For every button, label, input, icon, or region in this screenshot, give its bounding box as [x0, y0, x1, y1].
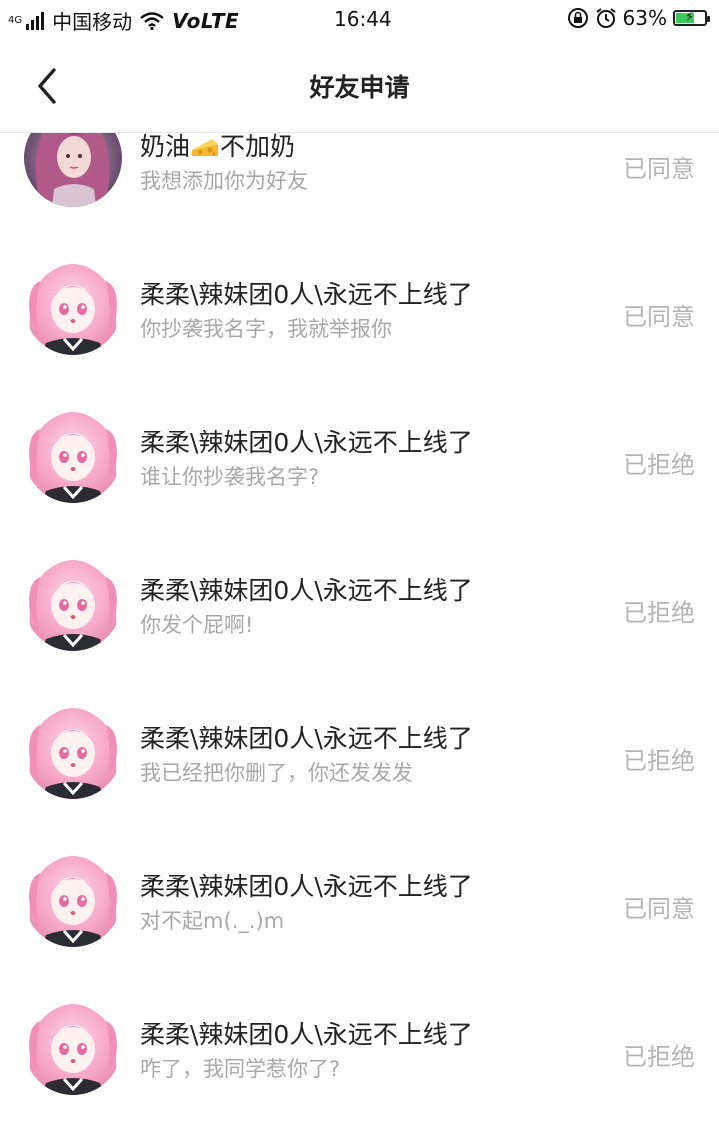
- request-message: 咋了，我同学惹你了?: [140, 1057, 341, 1081]
- avatar[interactable]: [24, 849, 122, 947]
- carrier-name: 中国移动: [52, 10, 133, 34]
- request-row[interactable]: 柔柔\辣妹团0人\永远不上线了 我已经把你删了，你还发发发 已拒绝: [0, 677, 719, 825]
- charging-bolt-icon: ⚡: [685, 10, 695, 25]
- request-status: 已拒绝: [623, 451, 695, 479]
- avatar[interactable]: [24, 133, 122, 207]
- lock-rotation-icon: [567, 8, 588, 28]
- requester-name: 柔柔\辣妹团0人\永远不上线了: [140, 724, 473, 753]
- requester-name: 奶油 不加奶: [140, 133, 295, 163]
- status-time: 16:44: [334, 7, 392, 31]
- request-row[interactable]: 柔柔\辣妹团0人\永远不上线了 你抄袭我名字，我就举报你 已同意: [0, 233, 719, 381]
- request-status: 已拒绝: [623, 747, 695, 775]
- avatar[interactable]: [24, 553, 122, 651]
- request-message: 对不起m(._.)m: [140, 909, 285, 933]
- signal-icon: [26, 11, 45, 30]
- wifi-icon: [140, 11, 164, 30]
- request-status: 已拒绝: [623, 599, 695, 627]
- battery-icon: ⚡: [673, 10, 710, 26]
- request-message: 我已经把你删了，你还发发发: [140, 761, 413, 785]
- request-message: 谁让你抄袭我名字?: [140, 465, 320, 489]
- avatar[interactable]: [24, 701, 122, 799]
- avatar[interactable]: [24, 405, 122, 503]
- volte-label: VoLTE: [172, 8, 240, 33]
- name-part: 奶油: [140, 133, 191, 161]
- request-message: 我想添加你为好友: [140, 169, 308, 193]
- requester-name: 柔柔\辣妹团0人\永远不上线了: [140, 576, 473, 605]
- request-row[interactable]: 柔柔\辣妹团0人\永远不上线了 你发个屁啊! 已拒绝: [0, 529, 719, 677]
- status-bar: 4G 中国移动 VoLTE 16:44 63% ⚡: [0, 0, 719, 38]
- cheese-icon: [192, 139, 219, 156]
- status-left: 4G 中国移动 VoLTE: [8, 6, 239, 35]
- friend-request-list: 奶油 不加奶 我想添加你为好友 已同意 柔柔\辣妹团0人\永远不上线了 你抄袭我名…: [0, 133, 719, 1142]
- request-row[interactable]: 柔柔\辣妹团0人\永远不上线了 对不起m(._.)m 已同意: [0, 825, 719, 973]
- request-status: 已同意: [623, 303, 695, 331]
- avatar[interactable]: [24, 257, 122, 355]
- alarm-icon: [595, 8, 616, 28]
- request-status: 已同意: [623, 155, 695, 183]
- avatar[interactable]: [24, 997, 122, 1095]
- requester-name: 柔柔\辣妹团0人\永远不上线了: [140, 872, 473, 901]
- nav-bar: 好友申请: [0, 38, 719, 133]
- battery-percent: 63%: [622, 6, 667, 30]
- request-row[interactable]: 柔柔\辣妹团0人\永远不上线了 谁让你抄袭我名字? 已拒绝: [0, 381, 719, 529]
- status-right: 63% ⚡: [567, 6, 710, 30]
- network-type: 4G: [8, 14, 23, 26]
- request-status: 已拒绝: [623, 1043, 695, 1071]
- request-status: 已同意: [623, 895, 695, 923]
- request-row[interactable]: 柔柔\辣妹团0人\永远不上线了 咋了，我同学惹你了? 已拒绝: [0, 973, 719, 1121]
- request-message: 你抄袭我名字，我就举报你: [140, 317, 392, 341]
- requester-name: 柔柔\辣妹团0人\永远不上线了: [140, 428, 473, 457]
- requester-name: 柔柔\辣妹团0人\永远不上线了: [140, 280, 473, 309]
- request-row[interactable]: 奶油 不加奶 我想添加你为好友 已同意: [0, 133, 719, 233]
- requester-name: 柔柔\辣妹团0人\永远不上线了: [140, 1020, 473, 1049]
- name-part: 不加奶: [220, 133, 296, 161]
- page-title: 好友申请: [309, 73, 410, 102]
- request-message: 你发个屁啊!: [140, 613, 254, 637]
